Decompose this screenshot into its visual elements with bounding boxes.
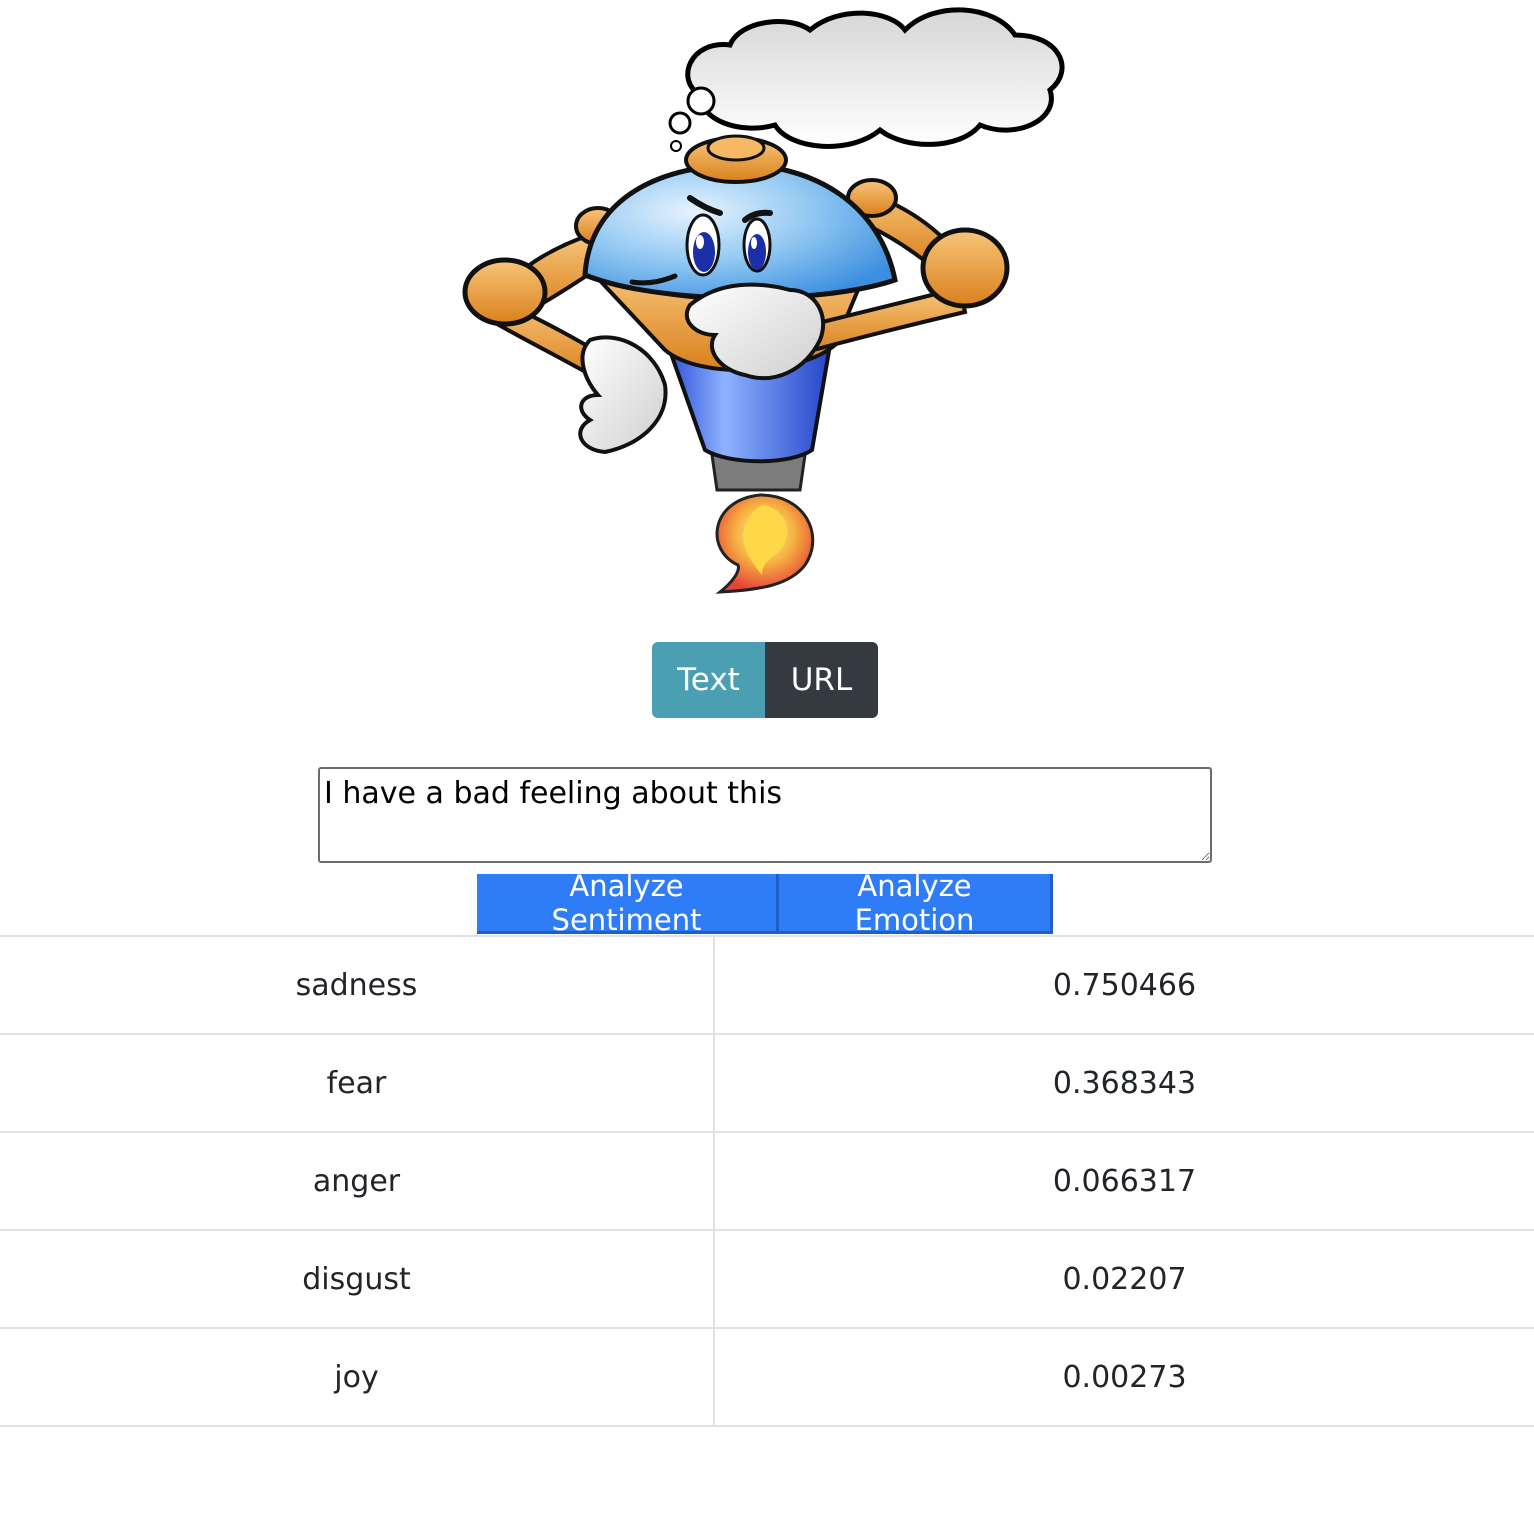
emotion-results-table: sadness 0.750466 fear 0.368343 anger 0.0… [0, 935, 1534, 1427]
table-row: anger 0.066317 [0, 1131, 1534, 1231]
table-row: disgust 0.02207 [0, 1229, 1534, 1329]
analyze-button-group: Analyze Sentiment Analyze Emotion [477, 869, 1053, 937]
analyze-emotion-button[interactable]: Analyze Emotion [779, 869, 1053, 937]
emotion-score-cell: 0.750466 [714, 935, 1534, 1035]
table-row: joy 0.00273 [0, 1327, 1534, 1427]
text-mode-button[interactable]: Text [652, 642, 765, 718]
emotion-label-cell: anger [0, 1131, 715, 1231]
analyze-sentiment-button[interactable]: Analyze Sentiment [477, 869, 779, 937]
url-mode-button[interactable]: URL [765, 642, 878, 718]
emotion-label-cell: disgust [0, 1229, 715, 1329]
emotion-score-cell: 0.02207 [714, 1229, 1534, 1329]
emotion-label-cell: sadness [0, 935, 715, 1035]
emotion-score-cell: 0.00273 [714, 1327, 1534, 1427]
emotion-label-cell: joy [0, 1327, 715, 1427]
input-mode-toggle: Text URL [652, 642, 878, 718]
table-row: sadness 0.750466 [0, 935, 1534, 1035]
emotion-label-cell: fear [0, 1033, 715, 1133]
thinking-robot-mascot-icon [462, 7, 1065, 594]
analysis-text-input[interactable]: I have a bad feeling about this [318, 767, 1212, 863]
table-row: fear 0.368343 [0, 1033, 1534, 1133]
emotion-score-cell: 0.066317 [714, 1131, 1534, 1231]
emotion-score-cell: 0.368343 [714, 1033, 1534, 1133]
